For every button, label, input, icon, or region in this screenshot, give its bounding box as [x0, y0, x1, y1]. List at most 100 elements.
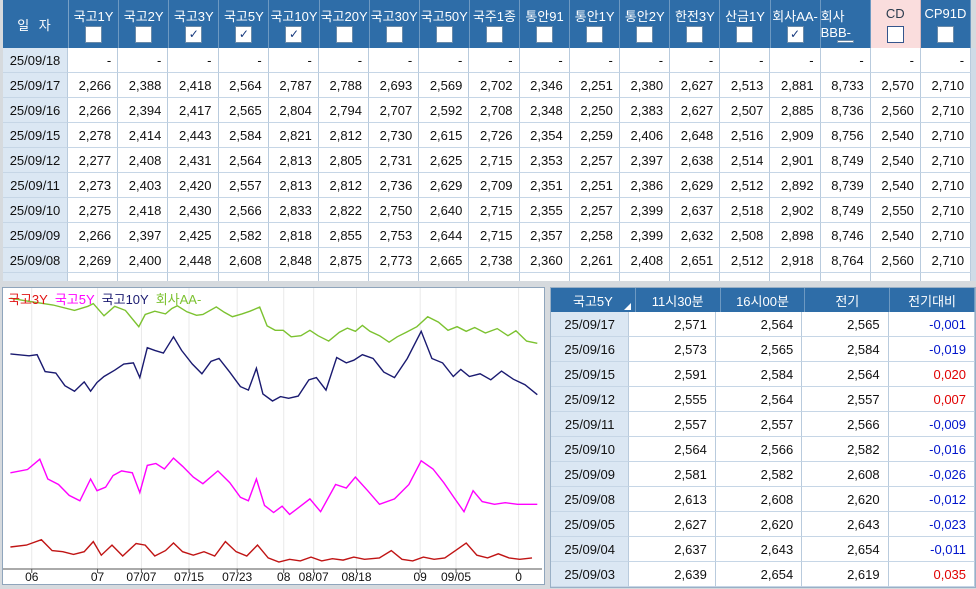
grid-cell[interactable]: 2,380	[619, 73, 671, 98]
grid-cell[interactable]: 8,746	[820, 223, 871, 248]
detail-cell-prev[interactable]: 2,620	[802, 487, 889, 512]
grid-cell[interactable]: 8,764	[820, 248, 871, 273]
detail-cell-change[interactable]: -0,001	[888, 312, 976, 337]
grid-cell[interactable]: 2,353	[519, 148, 570, 173]
column-header-17[interactable]: CP91D	[921, 0, 971, 48]
grid-cell[interactable]: -	[569, 48, 620, 73]
grid-cell[interactable]: 2,592	[419, 98, 470, 123]
grid-cell[interactable]: 2,386	[619, 173, 671, 198]
grid-cell[interactable]: 2,885	[770, 98, 821, 123]
grid-cell[interactable]: 2,408	[619, 248, 671, 273]
grid-cell[interactable]: 2,638	[670, 148, 721, 173]
grid-cell[interactable]: 2,627	[670, 73, 721, 98]
grid-cell[interactable]: 2,518	[720, 198, 771, 223]
grid-cell[interactable]: 2,710	[920, 173, 972, 198]
grid-cell[interactable]: -	[619, 48, 671, 73]
grid-cell[interactable]: 2,383	[619, 98, 671, 123]
detail-cell-prev[interactable]: 2,565	[802, 312, 889, 337]
column-header-4[interactable]: 국고10Y ✓	[269, 0, 320, 48]
grid-cell[interactable]: 2,351	[519, 173, 570, 198]
grid-cell[interactable]: 2,710	[920, 223, 972, 248]
detail-cell-1130[interactable]: 2,627	[629, 512, 716, 537]
detail-cell-1130[interactable]: 2,564	[629, 437, 716, 462]
grid-cell[interactable]: 2,512	[720, 173, 771, 198]
grid-cell[interactable]: 2,540	[870, 148, 921, 173]
grid-cell[interactable]: 2,512	[720, 248, 771, 273]
detail-cell-change[interactable]: -0,011	[888, 537, 976, 562]
column-checkbox-11[interactable]	[636, 26, 654, 43]
grid-cell[interactable]: -	[318, 48, 370, 73]
grid-cell[interactable]: 2,773	[369, 248, 420, 273]
column-header-3[interactable]: 국고5Y ✓	[219, 0, 270, 48]
grid-cell[interactable]: 2,648	[670, 123, 721, 148]
grid-cell[interactable]: 2,715	[469, 148, 520, 173]
grid-cell[interactable]: 2,710	[920, 198, 972, 223]
grid-cell[interactable]: 2,710	[920, 123, 972, 148]
grid-cell[interactable]: 2,403	[118, 173, 169, 198]
grid-cell[interactable]: 2,425	[168, 223, 219, 248]
detail-cell-prev[interactable]: 2,654	[802, 537, 889, 562]
grid-cell[interactable]: 2,909	[770, 123, 821, 148]
grid-cell[interactable]: 2,258	[569, 223, 620, 248]
grid-cell[interactable]: 2,710	[920, 73, 972, 98]
column-checkbox-6[interactable]	[385, 26, 403, 43]
grid-cell[interactable]: 2,855	[318, 223, 370, 248]
grid-cell[interactable]: 2,400	[118, 248, 169, 273]
detail-header-3[interactable]: 전기	[805, 288, 891, 312]
grid-cell[interactable]: 2,564	[218, 73, 269, 98]
column-checkbox-4[interactable]: ✓	[285, 26, 303, 43]
column-checkbox-8[interactable]	[485, 26, 503, 43]
grid-cell[interactable]: 2,813	[268, 173, 319, 198]
grid-cell[interactable]: 2,431	[168, 148, 219, 173]
grid-cell[interactable]: -	[770, 48, 821, 73]
detail-cell-prev[interactable]: 2,557	[802, 387, 889, 412]
grid-cell[interactable]: 8,749	[820, 148, 871, 173]
column-checkbox-15[interactable]	[836, 40, 854, 43]
grid-cell[interactable]: 2,257	[569, 148, 620, 173]
grid-cell[interactable]: 2,822	[318, 198, 370, 223]
grid-cell[interactable]: 2,693	[369, 73, 420, 98]
grid-cell[interactable]: 2,794	[318, 98, 370, 123]
grid-cell[interactable]: 2,388	[118, 73, 169, 98]
grid-cell[interactable]: -	[670, 48, 721, 73]
grid-cell[interactable]: -	[720, 48, 771, 73]
grid-cell[interactable]: -	[218, 48, 269, 73]
grid-cell[interactable]: 2,566	[218, 198, 269, 223]
grid-cell[interactable]: 2,632	[670, 223, 721, 248]
column-checkbox-0[interactable]	[85, 26, 103, 43]
column-header-14[interactable]: 회사AA- ✓	[771, 0, 821, 48]
grid-cell[interactable]: 2,354	[519, 123, 570, 148]
grid-cell[interactable]: 2,629	[670, 173, 721, 198]
grid-cell[interactable]: 2,565	[218, 98, 269, 123]
detail-cell-prev[interactable]: 2,584	[802, 337, 889, 362]
column-checkbox-10[interactable]	[586, 26, 604, 43]
grid-cell[interactable]: -	[419, 48, 470, 73]
detail-cell-1600[interactable]: 2,564	[715, 312, 803, 337]
grid-cell[interactable]: 2,651	[670, 248, 721, 273]
column-checkbox-2[interactable]: ✓	[185, 26, 203, 43]
detail-cell-prev[interactable]: 2,566	[802, 412, 889, 437]
grid-cell[interactable]: 2,644	[419, 223, 470, 248]
grid-cell[interactable]: -	[469, 48, 520, 73]
grid-cell[interactable]: 2,516	[720, 123, 771, 148]
legend-item-1[interactable]: 국고5Y	[55, 289, 95, 308]
detail-cell-1600[interactable]: 2,557	[715, 412, 803, 437]
grid-cell[interactable]: -	[68, 48, 119, 73]
detail-cell-1130[interactable]: 2,591	[629, 362, 716, 387]
grid-cell[interactable]: 2,514	[720, 148, 771, 173]
grid-cell[interactable]: 2,251	[569, 73, 620, 98]
detail-cell-1600[interactable]: 2,582	[715, 462, 803, 487]
grid-cell[interactable]: -	[870, 48, 921, 73]
grid-cell[interactable]: 2,357	[519, 223, 570, 248]
grid-cell[interactable]: 2,346	[519, 73, 570, 98]
legend-item-0[interactable]: 국고3Y	[8, 289, 48, 308]
grid-cell[interactable]: 2,394	[118, 98, 169, 123]
grid-cell[interactable]: 2,788	[318, 73, 370, 98]
detail-cell-1130[interactable]: 2,639	[629, 562, 716, 587]
detail-cell-change[interactable]: -0,016	[888, 437, 976, 462]
grid-cell[interactable]: 2,277	[68, 148, 119, 173]
detail-cell-1600[interactable]: 2,565	[715, 337, 803, 362]
column-header-5[interactable]: 국고20Y	[320, 0, 370, 48]
grid-cell[interactable]: 2,805	[318, 148, 370, 173]
grid-cell[interactable]: 2,640	[419, 198, 470, 223]
